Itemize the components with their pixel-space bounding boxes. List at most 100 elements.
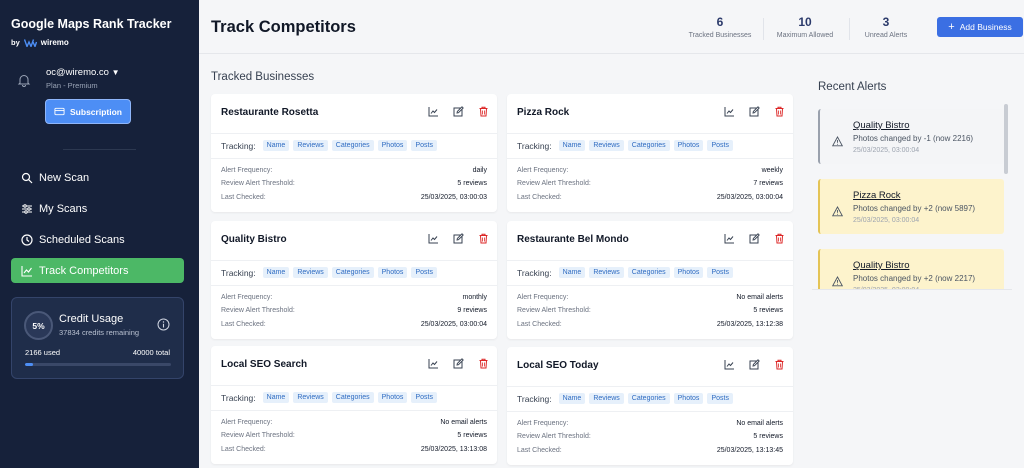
review-threshold-value: 5 reviews — [457, 180, 487, 187]
card-actions — [428, 233, 489, 244]
edit-icon[interactable] — [749, 359, 760, 370]
card-divider — [507, 411, 793, 412]
sidebar-item-track-competitors[interactable]: Track Competitors — [11, 258, 184, 283]
review-threshold-row: Review Alert Threshold: 5 reviews — [221, 180, 487, 187]
last-checked-value: 25/03/2025, 03:00:03 — [420, 194, 487, 201]
info-icon[interactable] — [157, 318, 170, 331]
trash-icon[interactable] — [478, 233, 489, 244]
app-title: Google Maps Rank Tracker — [11, 17, 172, 31]
alert-frequency-value: No email alerts — [736, 294, 783, 301]
tracking-chip: Photos — [377, 267, 408, 278]
alert-business-name[interactable]: Pizza Rock — [853, 190, 901, 201]
tracking-chip: Name — [558, 393, 586, 404]
card-actions — [428, 106, 489, 117]
alert-frequency-label: Alert Frequency: — [221, 167, 273, 174]
business-card: Quality Bistro Tracking: Name Reviews Categ… — [211, 221, 497, 339]
last-checked-value: 25/03/2025, 03:00:04 — [716, 194, 783, 201]
sidebar-item-new-scan[interactable]: New Scan — [11, 165, 184, 190]
chart-line-icon[interactable] — [724, 106, 735, 117]
add-business-label: Add Business — [959, 22, 1012, 32]
trash-icon[interactable] — [478, 358, 489, 369]
chart-line-icon[interactable] — [724, 233, 735, 244]
credit-usage-card: 5% Credit Usage 37834 credits remaining … — [11, 297, 184, 379]
credit-total: 40000 total — [132, 348, 170, 357]
card-divider — [507, 386, 793, 387]
card-divider — [507, 133, 793, 134]
alert-business-name[interactable]: Quality Bistro — [853, 260, 910, 271]
business-card: Local SEO Today Tracking: Name Reviews Cate… — [507, 347, 793, 465]
alert-frequency-value: No email alerts — [440, 419, 487, 426]
tracking-chip: Categories — [331, 392, 374, 403]
add-business-button[interactable]: + Add Business — [937, 17, 1023, 37]
alert-item[interactable]: Pizza Rock Photos changed by +2 (now 589… — [818, 179, 1004, 234]
edit-icon[interactable] — [453, 106, 464, 117]
business-name: Pizza Rock — [517, 107, 570, 118]
warning-icon — [832, 136, 843, 147]
bell-icon[interactable] — [17, 73, 31, 87]
trash-icon[interactable] — [774, 359, 785, 370]
tracking-chip: Name — [262, 392, 290, 403]
last-checked-label: Last Checked: — [517, 321, 562, 328]
chart-line-icon[interactable] — [724, 359, 735, 370]
alert-frequency-row: Alert Frequency: No email alerts — [517, 420, 783, 427]
alert-item[interactable]: Quality Bistro Photos changed by -1 (now… — [818, 109, 1004, 164]
recent-alerts-title: Recent Alerts — [818, 81, 887, 93]
tracking-chip: Name — [558, 267, 586, 278]
edit-icon[interactable] — [453, 233, 464, 244]
last-checked-row: Last Checked: 25/03/2025, 03:00:03 — [221, 194, 487, 201]
stat-number: 3 — [882, 15, 890, 29]
stat-divider — [763, 18, 764, 40]
tracking-chip: Reviews — [293, 140, 328, 151]
alert-business-name[interactable]: Quality Bistro — [853, 120, 910, 131]
tracking-chip: Categories — [331, 140, 374, 151]
card-divider — [507, 158, 793, 159]
page-header: Track Competitors 6 Tracked Businesses 1… — [199, 0, 1024, 54]
trash-icon[interactable] — [478, 106, 489, 117]
edit-icon[interactable] — [749, 233, 760, 244]
sidebar-item-scheduled-scans[interactable]: Scheduled Scans — [11, 227, 184, 252]
edit-icon[interactable] — [749, 106, 760, 117]
card-actions — [724, 106, 785, 117]
tracking-label: Tracking: — [221, 392, 256, 403]
sidebar-item-label: Track Competitors — [39, 264, 129, 277]
tracking-chip: Reviews — [589, 140, 624, 151]
last-checked-label: Last Checked: — [517, 194, 562, 201]
alert-frequency-value: No email alerts — [736, 420, 783, 427]
credit-progress-bar — [25, 363, 171, 366]
last-checked-value: 25/03/2025, 03:00:04 — [420, 321, 487, 328]
alerts-scrollbar[interactable] — [1004, 104, 1008, 174]
last-checked-value: 25/03/2025, 13:13:45 — [716, 447, 783, 454]
alerts-list[interactable]: Quality Bistro Photos changed by -1 (now… — [812, 100, 1012, 290]
alert-frequency-row: Alert Frequency: daily — [221, 167, 487, 174]
edit-icon[interactable] — [453, 358, 464, 369]
trash-icon[interactable] — [774, 233, 785, 244]
business-card: Local SEO Search Tracking: Name Reviews Cat… — [211, 346, 497, 464]
alert-message: Photos changed by +2 (now 5897) — [853, 204, 976, 213]
chart-line-icon[interactable] — [428, 106, 439, 117]
tracking-chip: Photos — [377, 392, 408, 403]
alert-frequency-row: Alert Frequency: No email alerts — [221, 419, 487, 426]
chart-line-icon[interactable] — [428, 233, 439, 244]
clock-icon — [21, 233, 33, 246]
last-checked-label: Last Checked: — [221, 194, 266, 201]
chart-line-icon — [21, 265, 32, 277]
sidebar-item-label: Scheduled Scans — [39, 233, 125, 246]
last-checked-label: Last Checked: — [221, 446, 266, 453]
warning-icon — [832, 206, 843, 217]
trash-icon[interactable] — [774, 106, 785, 117]
review-threshold-label: Review Alert Threshold: — [517, 307, 591, 314]
last-checked-row: Last Checked: 25/03/2025, 03:00:04 — [221, 321, 487, 328]
tracking-row: Tracking: Name Reviews Categories Photos Post… — [517, 393, 733, 404]
alert-item[interactable]: Quality Bistro Photos changed by +2 (now… — [818, 249, 1004, 289]
tracking-chip: Posts — [411, 140, 437, 151]
account-email[interactable]: oc@wiremo.co ▼ — [46, 67, 120, 78]
sidebar-item-label: New Scan — [39, 171, 90, 184]
tracking-chip: Reviews — [589, 267, 624, 278]
subscription-button[interactable]: Subscription — [45, 99, 131, 124]
credit-remaining: 37834 credits remaining — [59, 328, 140, 337]
review-threshold-row: Review Alert Threshold: 7 reviews — [517, 180, 783, 187]
sidebar-item-my-scans[interactable]: My Scans — [11, 196, 184, 221]
chart-line-icon[interactable] — [428, 358, 439, 369]
business-name: Local SEO Search — [221, 359, 308, 370]
review-threshold-value: 5 reviews — [753, 433, 783, 440]
